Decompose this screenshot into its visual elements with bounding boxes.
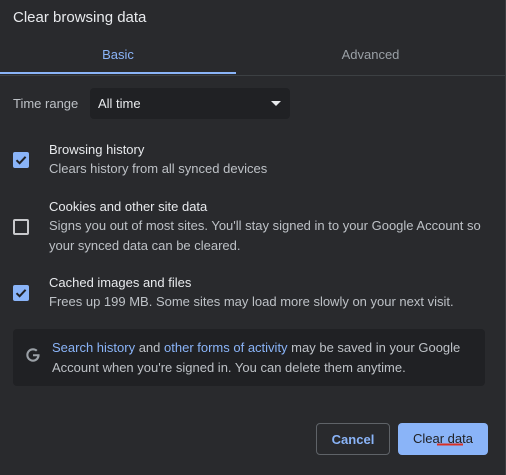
cookies-description: Signs you out of most sites. You'll stay… — [49, 218, 481, 253]
cookies-title: Cookies and other site data — [49, 199, 208, 214]
tab-basic[interactable]: Basic — [0, 36, 236, 74]
clear-data-button[interactable]: Clear data — [398, 423, 488, 455]
other-activity-link[interactable]: other forms of activity — [164, 340, 288, 355]
tab-advanced[interactable]: Advanced — [236, 36, 505, 74]
tab-bar: Basic Advanced — [0, 36, 505, 76]
cached-images-checkbox[interactable] — [13, 285, 29, 301]
cancel-button[interactable]: Cancel — [316, 423, 390, 455]
active-tab-indicator — [0, 72, 236, 74]
info-text: Search history and other forms of activi… — [52, 338, 477, 378]
time-range-label: Time range — [13, 96, 79, 111]
cookies-checkbox[interactable] — [13, 219, 29, 235]
clear-browsing-data-dialog: Clear browsing data Basic Advanced Time … — [0, 0, 506, 475]
spellcheck-underline — [437, 443, 463, 446]
search-history-link[interactable]: Search history — [52, 340, 135, 355]
browsing-history-description: Clears history from all synced devices — [49, 161, 268, 176]
check-icon — [15, 289, 27, 298]
cached-images-description: Frees up 199 MB. Some sites may load mor… — [49, 294, 454, 309]
info-box: Search history and other forms of activi… — [13, 329, 485, 386]
info-text-part1: and — [135, 340, 165, 355]
browsing-history-checkbox[interactable] — [13, 152, 29, 168]
time-range-select[interactable]: All time — [90, 88, 290, 119]
google-g-icon — [26, 348, 40, 362]
caret-down-icon — [271, 101, 281, 106]
cached-images-title: Cached images and files — [49, 275, 192, 290]
dialog-title: Clear browsing data — [13, 9, 147, 26]
time-range-value: All time — [98, 96, 141, 111]
check-icon — [15, 156, 27, 165]
browsing-history-title: Browsing history — [49, 142, 145, 157]
